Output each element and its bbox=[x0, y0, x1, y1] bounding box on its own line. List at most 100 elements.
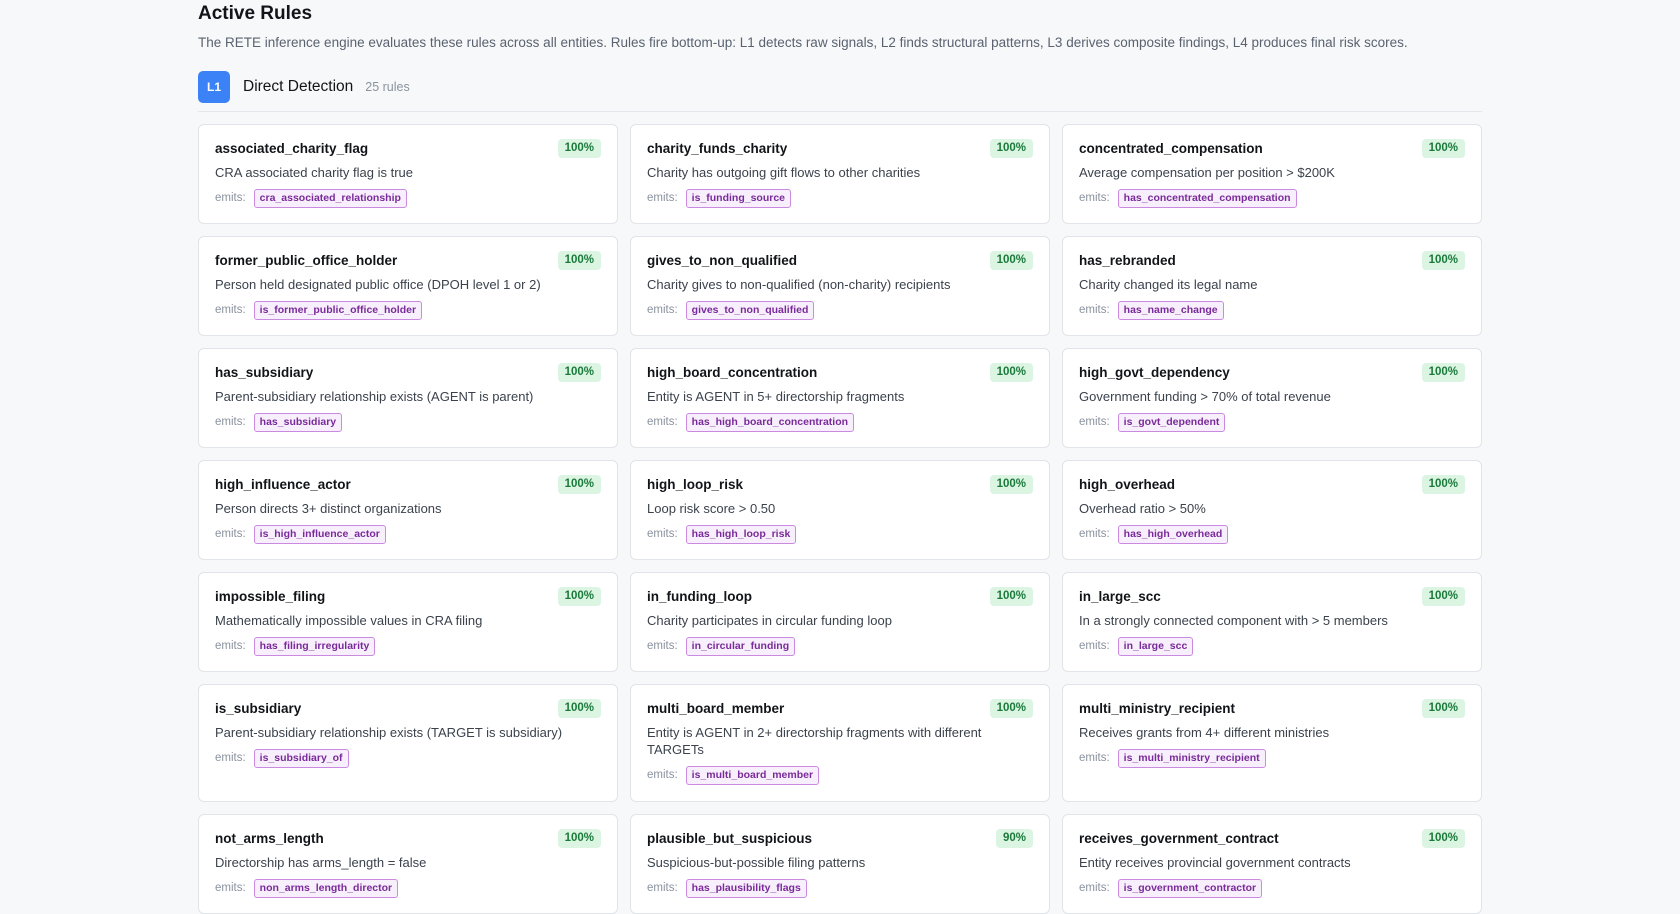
page-description: The RETE inference engine evaluates thes… bbox=[198, 35, 1408, 50]
rule-card-header: former_public_office_holder 100% bbox=[215, 251, 601, 271]
confidence-badge: 100% bbox=[1421, 363, 1465, 382]
emit-tag[interactable]: is_former_public_office_holder bbox=[253, 300, 423, 320]
rule-name: multi_board_member bbox=[647, 701, 785, 716]
rule-name: receives_government_contract bbox=[1079, 831, 1279, 846]
rule-card-header: associated_charity_flag 100% bbox=[215, 139, 601, 159]
rule-description: Parent-subsidiary relationship exists (A… bbox=[215, 389, 534, 404]
rule-card-charity-funds-charity[interactable]: charity_funds_charity 100% Charity has o… bbox=[630, 124, 1050, 224]
rule-description: Charity gives to non-qualified (non-char… bbox=[647, 277, 951, 292]
emits-row: emits: has_high_board_concentration bbox=[647, 412, 1033, 432]
rule-card-in-funding-loop[interactable]: in_funding_loop 100% Charity participate… bbox=[630, 572, 1050, 672]
emit-tag[interactable]: is_high_influence_actor bbox=[253, 524, 386, 544]
confidence-badge: 100% bbox=[989, 699, 1033, 718]
emits-row: emits: has_filing_irregularity bbox=[215, 636, 601, 656]
emit-tag[interactable]: is_multi_ministry_recipient bbox=[1117, 748, 1266, 768]
emit-tag[interactable]: in_large_scc bbox=[1117, 636, 1194, 656]
emit-tag[interactable]: has_plausibility_flags bbox=[685, 878, 807, 898]
emit-tag[interactable]: non_arms_length_director bbox=[253, 878, 399, 898]
rule-card-header: plausible_but_suspicious 90% bbox=[647, 829, 1033, 849]
emit-tag[interactable]: gives_to_non_qualified bbox=[685, 300, 815, 320]
emits-label: emits: bbox=[215, 882, 246, 894]
rule-card-is-subsidiary[interactable]: is_subsidiary 100% Parent-subsidiary rel… bbox=[198, 684, 618, 802]
emits-label: emits: bbox=[1079, 640, 1110, 652]
emits-label: emits: bbox=[647, 416, 678, 428]
emits-label: emits: bbox=[215, 416, 246, 428]
emits-label: emits: bbox=[215, 304, 246, 316]
rule-name: has_rebranded bbox=[1079, 253, 1176, 268]
rule-card-receives-government-contract[interactable]: receives_government_contract 100% Entity… bbox=[1062, 814, 1482, 914]
emits-label: emits: bbox=[1079, 528, 1110, 540]
confidence-badge: 100% bbox=[557, 139, 601, 158]
rule-card-has-subsidiary[interactable]: has_subsidiary 100% Parent-subsidiary re… bbox=[198, 348, 618, 448]
rule-description: Receives grants from 4+ different minist… bbox=[1079, 725, 1330, 740]
rule-card-header: high_board_concentration 100% bbox=[647, 363, 1033, 383]
rule-card-header: high_loop_risk 100% bbox=[647, 475, 1033, 495]
emit-tag[interactable]: has_filing_irregularity bbox=[253, 636, 376, 656]
emits-label: emits: bbox=[1079, 882, 1110, 894]
section-header-l1[interactable]: L1 Direct Detection 25 rules bbox=[198, 71, 1482, 103]
rule-card-multi-ministry-recipient[interactable]: multi_ministry_recipient 100% Receives g… bbox=[1062, 684, 1482, 802]
rule-card-header: gives_to_non_qualified 100% bbox=[647, 251, 1033, 271]
rule-card-high-loop-risk[interactable]: high_loop_risk 100% Loop risk score > 0.… bbox=[630, 460, 1050, 560]
rule-card-concentrated-compensation[interactable]: concentrated_compensation 100% Average c… bbox=[1062, 124, 1482, 224]
emit-tag[interactable]: has_high_overhead bbox=[1117, 524, 1229, 544]
rule-description: Person directs 3+ distinct organizations bbox=[215, 501, 442, 516]
emits-label: emits: bbox=[1079, 416, 1110, 428]
emit-tag[interactable]: is_govt_dependent bbox=[1117, 412, 1226, 432]
rule-description: Mathematically impossible values in CRA … bbox=[215, 613, 483, 628]
rule-card-header: high_overhead 100% bbox=[1079, 475, 1465, 495]
rule-name: charity_funds_charity bbox=[647, 141, 788, 156]
emit-tag[interactable]: in_circular_funding bbox=[685, 636, 796, 656]
emit-tag[interactable]: has_name_change bbox=[1117, 300, 1224, 320]
emit-tag[interactable]: is_subsidiary_of bbox=[253, 748, 349, 768]
rule-name: not_arms_length bbox=[215, 831, 324, 846]
emits-row: emits: is_multi_board_member bbox=[647, 765, 1033, 785]
rule-name: has_subsidiary bbox=[215, 365, 314, 380]
rule-card-header: has_rebranded 100% bbox=[1079, 251, 1465, 271]
emits-row: emits: has_concentrated_compensation bbox=[1079, 188, 1465, 208]
emits-label: emits: bbox=[215, 192, 246, 204]
rules-page: Active Rules The RETE inference engine e… bbox=[198, 0, 1482, 914]
rule-description: Parent-subsidiary relationship exists (T… bbox=[215, 725, 563, 740]
emit-tag[interactable]: has_high_board_concentration bbox=[685, 412, 855, 432]
rule-card-high-overhead[interactable]: high_overhead 100% Overhead ratio > 50% … bbox=[1062, 460, 1482, 560]
emits-label: emits: bbox=[215, 640, 246, 652]
rule-card-gives-to-non-qualified[interactable]: gives_to_non_qualified 100% Charity give… bbox=[630, 236, 1050, 336]
rule-card-has-rebranded[interactable]: has_rebranded 100% Charity changed its l… bbox=[1062, 236, 1482, 336]
rule-card-high-influence-actor[interactable]: high_influence_actor 100% Person directs… bbox=[198, 460, 618, 560]
rule-card-high-govt-dependency[interactable]: high_govt_dependency 100% Government fun… bbox=[1062, 348, 1482, 448]
rule-card-impossible-filing[interactable]: impossible_filing 100% Mathematically im… bbox=[198, 572, 618, 672]
rule-card-multi-board-member[interactable]: multi_board_member 100% Entity is AGENT … bbox=[630, 684, 1050, 802]
rule-card-header: in_funding_loop 100% bbox=[647, 587, 1033, 607]
rule-card-former-public-office-holder[interactable]: former_public_office_holder 100% Person … bbox=[198, 236, 618, 336]
emit-tag[interactable]: is_multi_board_member bbox=[685, 765, 820, 785]
rule-card-header: receives_government_contract 100% bbox=[1079, 829, 1465, 849]
rule-card-high-board-concentration[interactable]: high_board_concentration 100% Entity is … bbox=[630, 348, 1050, 448]
confidence-badge: 100% bbox=[989, 363, 1033, 382]
confidence-badge: 100% bbox=[557, 829, 601, 848]
confidence-badge: 100% bbox=[1421, 251, 1465, 270]
emits-label: emits: bbox=[215, 528, 246, 540]
rule-card-not-arms-length[interactable]: not_arms_length 100% Directorship has ar… bbox=[198, 814, 618, 914]
rule-card-plausible-but-suspicious[interactable]: plausible_but_suspicious 90% Suspicious-… bbox=[630, 814, 1050, 914]
emits-row: emits: has_plausibility_flags bbox=[647, 878, 1033, 898]
emits-label: emits: bbox=[1079, 752, 1110, 764]
emit-tag[interactable]: has_subsidiary bbox=[253, 412, 343, 432]
emits-label: emits: bbox=[647, 528, 678, 540]
emit-tag[interactable]: has_high_loop_risk bbox=[685, 524, 797, 544]
rule-description: Charity changed its legal name bbox=[1079, 277, 1258, 292]
rule-description: Government funding > 70% of total revenu… bbox=[1079, 389, 1331, 404]
emit-tag[interactable]: is_government_contractor bbox=[1117, 878, 1263, 898]
confidence-badge: 100% bbox=[557, 251, 601, 270]
emit-tag[interactable]: cra_associated_relationship bbox=[253, 188, 407, 208]
emits-row: emits: non_arms_length_director bbox=[215, 878, 601, 898]
rule-card-header: is_subsidiary 100% bbox=[215, 699, 601, 719]
emits-row: emits: has_high_overhead bbox=[1079, 524, 1465, 544]
rule-card-in-large-scc[interactable]: in_large_scc 100% In a strongly connecte… bbox=[1062, 572, 1482, 672]
emit-tag[interactable]: is_funding_source bbox=[685, 188, 792, 208]
emit-tag[interactable]: has_concentrated_compensation bbox=[1117, 188, 1297, 208]
confidence-badge: 100% bbox=[557, 363, 601, 382]
rule-card-associated-charity-flag[interactable]: associated_charity_flag 100% CRA associa… bbox=[198, 124, 618, 224]
emits-row: emits: in_circular_funding bbox=[647, 636, 1033, 656]
emits-row: emits: is_high_influence_actor bbox=[215, 524, 601, 544]
